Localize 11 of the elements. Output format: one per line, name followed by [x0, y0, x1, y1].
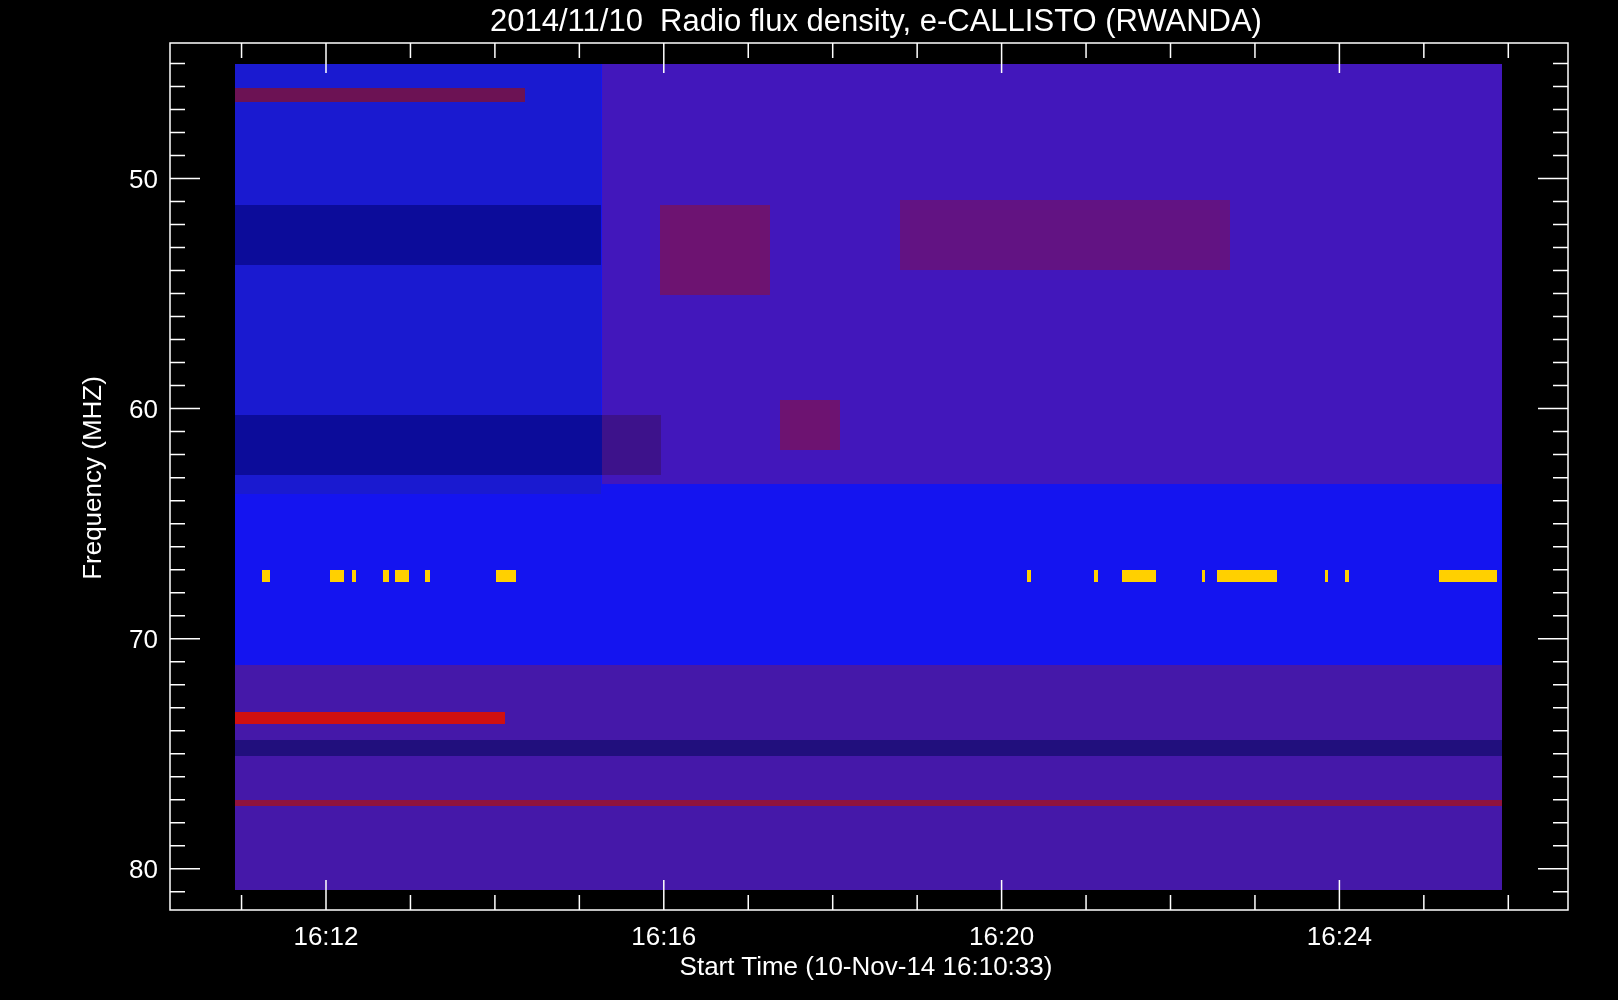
- y-axis-label: Frequency (MHZ): [77, 376, 107, 580]
- y-tick-label: 70: [129, 623, 158, 654]
- x-tick-label: 16:16: [631, 921, 697, 951]
- y-tick-label: 50: [129, 163, 158, 194]
- x-tick-label: 16:20: [969, 921, 1035, 951]
- x-axis-label: Start Time (10-Nov-14 16:10:33): [679, 951, 1053, 981]
- y-tick-label: 60: [129, 393, 158, 424]
- x-tick-label: 16:12: [293, 921, 359, 951]
- y-tick-label: 80: [129, 853, 158, 884]
- x-tick-label: 16:24: [1306, 921, 1372, 951]
- chart-title: 2014/11/10 Radio flux density, e-CALLISTO (RWANDA): [490, 3, 1262, 38]
